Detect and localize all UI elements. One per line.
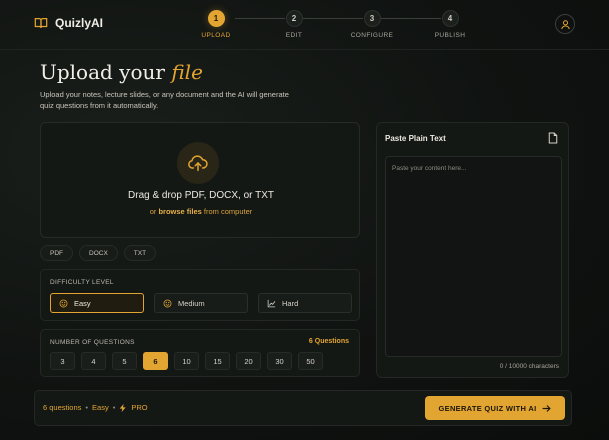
cloud-upload-icon [188, 155, 208, 172]
difficulty-label: DIFFICULTY LEVEL [50, 279, 114, 286]
summary-questions: 6 questions [43, 403, 82, 412]
generate-quiz-button[interactable]: GENERATE QUIZ WITH AI [425, 396, 565, 420]
quiz-summary: 6 questions • Easy • PRO [43, 403, 148, 412]
dropzone-title: Drag & drop PDF, DOCX, or TXT [128, 190, 274, 201]
user-icon [560, 19, 570, 29]
generate-quiz-label: GENERATE QUIZ WITH AI [438, 403, 537, 413]
question-count-option[interactable]: 5 [112, 352, 137, 370]
summary-difficulty: Easy [92, 403, 109, 412]
file-dropzone[interactable]: Drag & drop PDF, DOCX, or TXT or browse … [40, 122, 360, 238]
step-upload[interactable]: 1 UPLOAD [186, 10, 246, 39]
dropzone-sub-prefix: or [149, 207, 157, 216]
paste-title: Paste Plain Text [385, 134, 446, 143]
question-count-option[interactable]: 20 [236, 352, 261, 370]
dropzone-sub-suffix: from computer [203, 207, 253, 216]
question-count-option[interactable]: 15 [205, 352, 230, 370]
file-type-chip: DOCX [79, 245, 118, 261]
page-title-prefix: Upload your [40, 60, 165, 84]
step-label: UPLOAD [201, 32, 231, 39]
smile-icon [59, 299, 68, 307]
question-count-label: NUMBER OF QUESTIONS [50, 339, 135, 346]
step-number: 2 [285, 10, 303, 27]
question-count-option[interactable]: 10 [174, 352, 199, 370]
question-count-option[interactable]: 30 [267, 352, 292, 370]
app-name: QuizlyAI [55, 16, 104, 30]
page-subtitle: Upload your notes, lecture slides, or an… [40, 90, 289, 110]
step-label: PUBLISH [434, 32, 466, 39]
character-count: 0 / 10000 characters [499, 363, 559, 370]
step-configure[interactable]: 3 CONFIGURE [342, 10, 402, 39]
difficulty-easy-button[interactable]: Easy [50, 293, 144, 313]
question-count-options: 3 4 5 6 10 15 20 30 50 [50, 352, 323, 370]
step-label: CONFIGURE [350, 32, 394, 39]
footer-bar: 6 questions • Easy • PRO GENERATE QUIZ W… [34, 390, 572, 426]
app-root: QuizlyAI 1 UPLOAD 2 EDIT 3 CONFIGURE 4 P… [0, 0, 609, 440]
question-count-panel: NUMBER OF QUESTIONS 6 Questions 3 4 5 6 … [40, 329, 360, 377]
file-type-list: PDF DOCX TXT [40, 245, 157, 261]
difficulty-option-label: Hard [282, 298, 299, 308]
lightning-icon [120, 403, 127, 412]
paste-text-panel: Paste Plain Text 0 / 10000 characters [376, 122, 569, 378]
file-type-chip: TXT [123, 245, 157, 261]
browse-files-link[interactable]: browse files [158, 207, 201, 216]
summary-separator: • [85, 403, 89, 412]
question-count-option[interactable]: 4 [81, 352, 106, 370]
step-number: 3 [363, 10, 381, 27]
paste-text-input[interactable] [385, 156, 562, 357]
difficulty-medium-button[interactable]: Medium [154, 293, 248, 313]
smile-icon [163, 299, 172, 307]
step-label: EDIT [285, 32, 303, 39]
difficulty-panel: DIFFICULTY LEVEL Easy Medium Hard [40, 269, 360, 321]
question-count-option-selected[interactable]: 6 [143, 352, 168, 370]
file-type-chip: PDF [40, 245, 73, 261]
arrow-right-icon [543, 404, 551, 412]
difficulty-hard-button[interactable]: Hard [258, 293, 352, 313]
page-title: Upload your file [40, 60, 203, 84]
trend-icon [267, 299, 276, 307]
question-count-option[interactable]: 3 [50, 352, 75, 370]
summary-separator: • [112, 403, 116, 412]
step-publish[interactable]: 4 PUBLISH [420, 10, 480, 39]
top-bar: QuizlyAI 1 UPLOAD 2 EDIT 3 CONFIGURE 4 P… [0, 0, 609, 50]
book-icon [34, 18, 48, 28]
summary-plan: PRO [131, 403, 148, 412]
step-edit[interactable]: 2 EDIT [264, 10, 324, 39]
step-number: 1 [207, 10, 225, 27]
question-count-option[interactable]: 50 [298, 352, 323, 370]
difficulty-option-label: Easy [74, 298, 91, 308]
upload-icon-circle [177, 142, 219, 184]
progress-stepper: 1 UPLOAD 2 EDIT 3 CONFIGURE 4 PUBLISH [196, 10, 476, 44]
difficulty-option-label: Medium [178, 298, 205, 308]
logo[interactable]: QuizlyAI [34, 16, 103, 30]
dropzone-subtext: or browse files from computer [41, 207, 361, 216]
page-title-highlight: file [171, 60, 203, 84]
user-avatar-button[interactable] [555, 14, 575, 34]
step-number: 4 [441, 10, 459, 27]
document-icon[interactable] [548, 132, 558, 144]
question-count-value: 6 Questions [308, 338, 349, 345]
